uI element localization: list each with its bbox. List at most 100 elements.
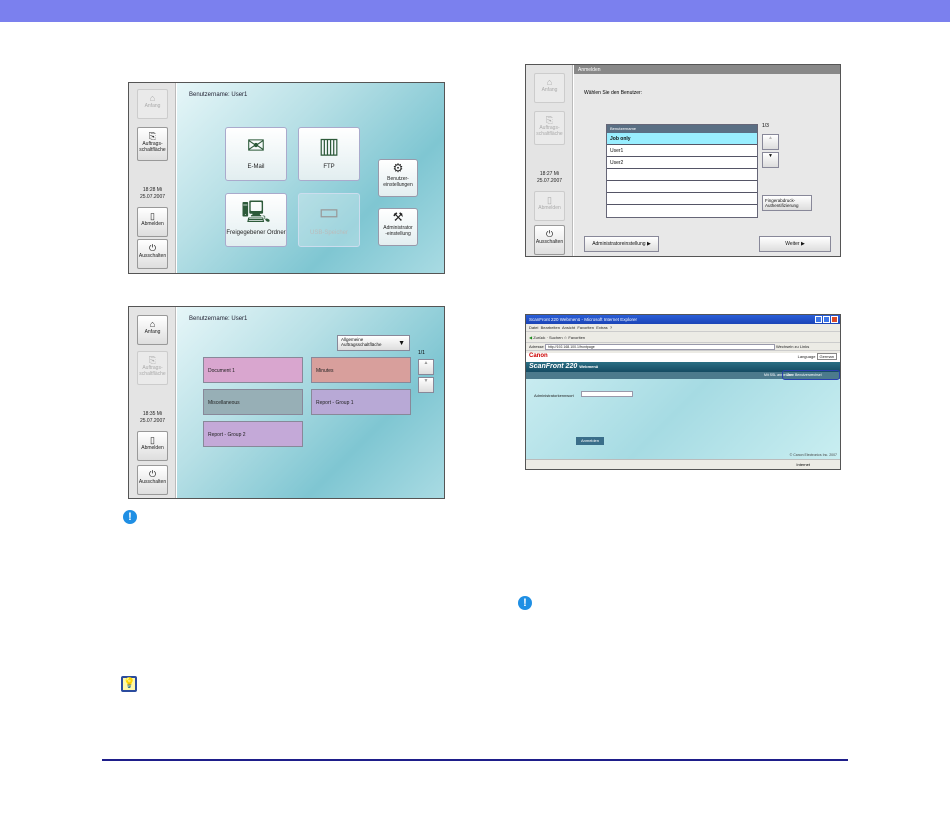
browser-toolbar: ◀ Zurück · Suchen ☆ Favoriten (526, 332, 840, 343)
scroll-down-button[interactable]: ▼ (418, 377, 434, 393)
browser-title-bar: ScanFront 220 Webmenü - Microsoft Intern… (526, 315, 840, 324)
user-row[interactable] (607, 193, 757, 205)
page-indicator: 1/1 (418, 350, 425, 356)
minimize-button[interactable] (815, 316, 822, 323)
triangle-right-icon: ▶ (646, 241, 651, 247)
triangle-up-icon: ▲ (423, 360, 429, 366)
job-button-report-group-1[interactable]: Report - Group 1 (311, 389, 411, 415)
shutdown-button[interactable]: ⏻ Ausschalten (137, 239, 168, 269)
next-button[interactable]: Weiter ▶ (759, 236, 831, 252)
copyright: © Canon Electronics Inc. 2007 (789, 453, 837, 457)
browser-menu-bar: Datei Bearbeiten Ansicht Favoriten Extra… (526, 324, 840, 332)
menu-item[interactable]: Favoriten (577, 325, 594, 330)
job-buttons-button[interactable]: ⎘ Auftrags- schaltfläche (137, 127, 168, 161)
login-button[interactable]: Anmelden (576, 437, 604, 445)
logout-button[interactable]: ▯ Abmelden (534, 191, 565, 221)
user-row[interactable] (607, 205, 757, 217)
address-bar: Adresse http://192.168.100.1/frontpage W… (526, 343, 840, 351)
link-bar: Mit SSL anmelden Zum Benutzerwechsel (526, 370, 840, 380)
chevron-down-icon: ▼ (398, 340, 405, 347)
envelope-icon: ✉ (246, 133, 266, 158)
job-buttons-button[interactable]: ⎘ Auftrags- schaltfläche (137, 351, 168, 385)
status-bar: Internet (526, 459, 840, 469)
clock: 18:35 Mi 25.07.2007 (139, 411, 166, 424)
shutdown-button[interactable]: ⏻ Ausschalten (534, 225, 565, 255)
maximize-button[interactable] (823, 316, 830, 323)
links-label[interactable]: Links (800, 344, 809, 349)
ftp-button[interactable]: ▥ FTP (298, 127, 360, 181)
job-button-document-1[interactable]: Document 1 (203, 357, 303, 383)
tools-icon: ⚒ (392, 210, 404, 224)
job-button-minutes[interactable]: Minutes (311, 357, 411, 383)
home-button[interactable]: ⌂ Anfang (534, 73, 565, 103)
main-area: Benutzername: User1 ✉ E-Mail ▥ FTP 🖳 Freige… (177, 83, 444, 273)
logout-button[interactable]: ▯ Abmelden (137, 431, 168, 461)
menu-item[interactable]: Ansicht (562, 325, 575, 330)
job-group-dropdown[interactable]: Allgemeine Auftragsschaltfläche ▼ (337, 335, 410, 351)
screenshot-job-buttons: ⌂ Anfang ⎘ Auftrags- schaltfläche 18:35 Mi… (128, 306, 445, 499)
home-button[interactable]: ⌂ Anfang (137, 315, 168, 345)
password-label: Administratorkennwort (534, 393, 574, 398)
user-row[interactable] (607, 181, 757, 193)
address-input[interactable]: http://192.168.100.1/frontpage (544, 344, 775, 350)
fingerprint-auth-button[interactable]: Fingerabdruck- Authentifizierung (762, 195, 812, 211)
alert-icon: ! (518, 596, 532, 610)
dialog-title: Anmelden (574, 65, 840, 74)
password-input[interactable] (581, 391, 633, 397)
job-button-miscellaneous[interactable]: Miscellaneous (203, 389, 303, 415)
user-settings-button[interactable]: ⚙ Benutzer- einstellungen (378, 159, 418, 197)
user-row[interactable]: User1 (607, 145, 757, 157)
footer-rule (102, 759, 848, 761)
computer-icon: 🖳 (241, 199, 271, 224)
scroll-up-button[interactable]: ▲ (418, 359, 434, 375)
shutdown-button[interactable]: ⏻ Ausschalten (137, 465, 168, 495)
dialog-body: Wählen Sie den Benutzer: Benutzername Jo… (574, 74, 840, 256)
email-button[interactable]: ✉ E-Mail (225, 127, 287, 181)
usb-icon: ▭ (318, 199, 340, 224)
admin-settings-button[interactable]: ⚒ Administrator -einstellung (378, 208, 418, 246)
back-icon[interactable]: ◀ (529, 335, 532, 340)
status-zone: Internet (796, 462, 810, 467)
job-buttons-button[interactable]: ⎘ Auftrags- schaltfläche (534, 111, 565, 145)
window-controls (814, 316, 838, 324)
language-selector[interactable]: Language German (798, 353, 837, 360)
job-button-report-group-2[interactable]: Report - Group 2 (203, 421, 303, 447)
menu-item[interactable]: Datei (529, 325, 538, 330)
go-button[interactable]: Wechseln zu (776, 344, 799, 349)
username-label: Benutzername: User1 (189, 92, 248, 98)
screenshot-main-menu: ⌂ Anfang ⎘ Auftrags- schaltfläche 18:28 Mi… (128, 82, 445, 274)
canon-logo: Canon (529, 353, 548, 359)
shared-folder-button[interactable]: 🖳 Freigegebener Ordner (225, 193, 287, 247)
scroll-up-button[interactable]: ▲ (762, 134, 779, 150)
page-indicator: 1/3 (762, 123, 769, 129)
window-title: ScanFront 220 Webmenü - Microsoft Intern… (529, 317, 637, 322)
user-row[interactable]: Job only (607, 133, 757, 145)
alert-icon: ! (123, 510, 137, 524)
address-label: Adresse (529, 344, 544, 350)
triangle-down-icon: ▼ (768, 153, 773, 159)
prompt-text: Wählen Sie den Benutzer: (584, 90, 643, 96)
clock: 18:27 Mi 25.07.2007 (536, 171, 563, 184)
switch-user-link[interactable]: Zum Benutzerwechsel (782, 370, 840, 380)
triangle-up-icon: ▲ (768, 135, 773, 141)
menu-item[interactable]: Extras (596, 325, 607, 330)
triangle-down-icon: ▼ (423, 378, 429, 384)
admin-settings-button[interactable]: Administratoreinstellung ▶ (584, 236, 659, 252)
home-button[interactable]: ⌂ Anfang (137, 89, 168, 119)
username-label: Benutzername: User1 (189, 316, 248, 322)
triangle-right-icon: ▶ (800, 241, 805, 247)
screenshot-browser: ScanFront 220 Webmenü - Microsoft Intern… (525, 314, 841, 470)
toolbar-text[interactable]: Zurück · Suchen ☆ Favoriten (533, 335, 585, 340)
login-dialog: Anmelden Wählen Sie den Benutzer: Benutz… (574, 65, 840, 256)
usb-memory-button[interactable]: ▭ USB-Speicher (298, 193, 360, 247)
close-button[interactable] (831, 316, 838, 323)
main-area: Benutzername: User1 Allgemeine Auftragss… (177, 307, 444, 498)
user-row[interactable] (607, 169, 757, 181)
menu-item[interactable]: ? (610, 325, 612, 330)
logout-button[interactable]: ▯ Abmelden (137, 207, 168, 237)
scroll-down-button[interactable]: ▼ (762, 152, 779, 168)
user-list-header: Benutzername (607, 125, 757, 133)
user-row[interactable]: User2 (607, 157, 757, 169)
menu-item[interactable]: Bearbeiten (541, 325, 560, 330)
header-bar (0, 0, 950, 22)
